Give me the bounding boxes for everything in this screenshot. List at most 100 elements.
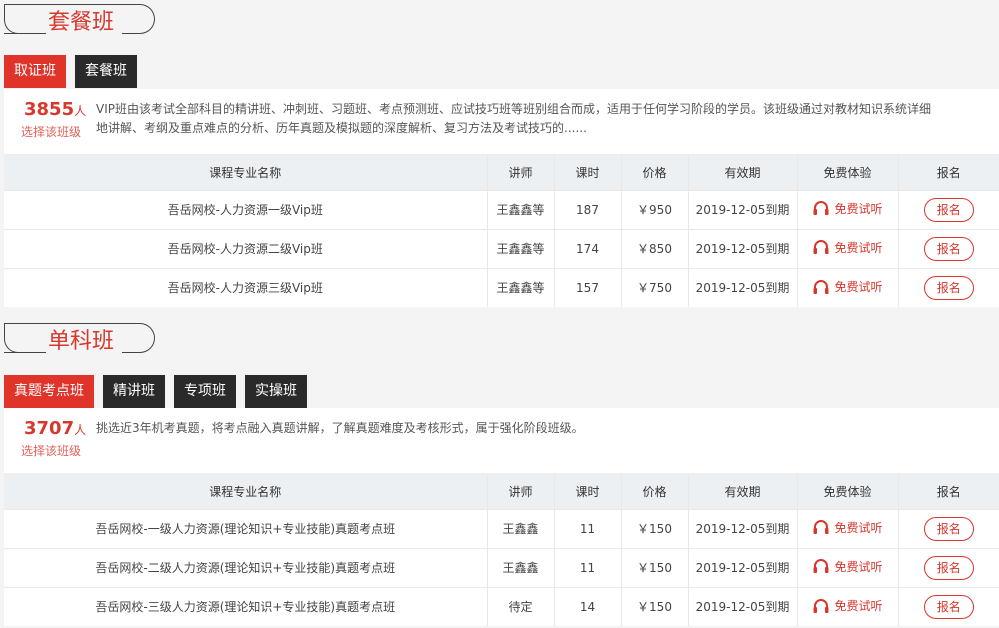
hours: 157 bbox=[553, 267, 621, 307]
free-trial-link[interactable]: 免费试听 bbox=[812, 239, 883, 256]
enrolled-count: 3707人 bbox=[24, 418, 87, 439]
col-header-teacher: 讲师 bbox=[486, 474, 554, 509]
col-header-name: 课程专业名称 bbox=[4, 474, 487, 509]
headphones-icon bbox=[813, 598, 829, 613]
tab-practical-class[interactable]: 实操班 bbox=[245, 375, 307, 408]
course-name: 吾岳网校-三级人力资源(理论知识+专业技能)真题考点班 bbox=[4, 586, 487, 626]
headphones-icon bbox=[813, 201, 829, 216]
hours: 11 bbox=[553, 508, 621, 548]
enrolled-count: 3855人 bbox=[24, 99, 87, 120]
free-trial-label: 免费试听 bbox=[834, 280, 883, 294]
class-type-tabs: 真题考点班 精讲班 专项班 实操班 bbox=[4, 375, 307, 408]
col-header-name: 课程专业名称 bbox=[4, 155, 487, 190]
col-header-signup: 报名 bbox=[897, 474, 999, 509]
teacher: 王鑫鑫等 bbox=[486, 189, 554, 229]
free-trial-link[interactable]: 免费试听 bbox=[812, 200, 883, 217]
price: ￥150 bbox=[620, 586, 688, 626]
signup-cell: 报名 bbox=[897, 547, 999, 587]
class-description: 挑选近3年机考真题，将考点融入真题讲解，了解真题难度及考核形式，属于强化阶段班级… bbox=[96, 421, 584, 435]
class-type-tabs: 取证班 套餐班 bbox=[4, 55, 137, 88]
headphones-icon bbox=[813, 279, 829, 294]
course-table: 课程专业名称 讲师 课时 价格 有效期 免费体验 报名 吾岳网校-人力资源一级V… bbox=[4, 155, 999, 307]
signup-button[interactable]: 报名 bbox=[923, 275, 974, 300]
free-trial-label: 免费试听 bbox=[834, 520, 883, 535]
table-row: 吾岳网校-三级人力资源(理论知识+专业技能)真题考点班 待定 14 ￥150 2… bbox=[4, 586, 999, 626]
trial-cell: 免费试听 bbox=[796, 267, 898, 307]
trial-cell: 免费试听 bbox=[796, 586, 898, 626]
col-header-hours: 课时 bbox=[553, 155, 621, 190]
col-header-trial: 免费体验 bbox=[796, 155, 898, 190]
trial-cell: 免费试听 bbox=[796, 547, 898, 587]
section-header: 单科班 bbox=[0, 319, 999, 367]
expiry: 2019-12-05到期 bbox=[687, 228, 797, 268]
class-panel: 3855人 选择该班级 VIP班由该考试全部科目的精讲班、冲刺班、习题班、考点预… bbox=[4, 89, 999, 307]
tab-intensive-class[interactable]: 精讲班 bbox=[103, 375, 165, 408]
signup-cell: 报名 bbox=[897, 228, 999, 268]
free-trial-link[interactable]: 免费试听 bbox=[812, 278, 883, 295]
signup-button[interactable]: 报名 bbox=[923, 555, 974, 580]
headphones-icon bbox=[813, 520, 829, 535]
price: ￥850 bbox=[620, 228, 688, 268]
single-subject-section: 单科班 真题考点班 精讲班 专项班 实操班 3707人 选择该班级 挑选近3年机… bbox=[0, 319, 999, 626]
free-trial-link[interactable]: 免费试听 bbox=[812, 597, 883, 614]
choose-class-link[interactable]: 选择该班级 bbox=[21, 442, 81, 459]
price: ￥750 bbox=[620, 267, 688, 307]
table-row: 吾岳网校-人力资源三级Vip班 王鑫鑫等 157 ￥750 2019-12-05… bbox=[4, 267, 999, 307]
class-panel: 3707人 选择该班级 挑选近3年机考真题，将考点融入真题讲解，了解真题难度及考… bbox=[4, 408, 999, 626]
free-trial-label: 免费试听 bbox=[834, 201, 883, 216]
free-trial-label: 免费试听 bbox=[834, 599, 883, 613]
tab-special-class[interactable]: 专项班 bbox=[174, 375, 236, 408]
price: ￥150 bbox=[620, 508, 688, 548]
signup-cell: 报名 bbox=[897, 189, 999, 229]
expiry: 2019-12-05到期 bbox=[687, 189, 797, 229]
signup-cell: 报名 bbox=[897, 267, 999, 307]
table-row: 吾岳网校-二级人力资源(理论知识+专业技能)真题考点班 王鑫鑫 11 ￥150 … bbox=[4, 547, 999, 587]
section-title: 套餐班 bbox=[46, 9, 123, 37]
package-class-section: 套餐班 取证班 套餐班 3855人 选择该班级 VIP班由该考试全部科目的精讲班… bbox=[0, 0, 999, 307]
col-header-price: 价格 bbox=[620, 155, 688, 190]
tab-exam-point-class[interactable]: 真题考点班 bbox=[4, 375, 94, 408]
section-title: 单科班 bbox=[46, 328, 123, 356]
hours: 187 bbox=[553, 189, 621, 229]
expiry: 2019-12-05到期 bbox=[687, 267, 797, 307]
price: ￥950 bbox=[620, 189, 688, 229]
signup-button[interactable]: 报名 bbox=[923, 236, 974, 261]
signup-cell: 报名 bbox=[897, 508, 999, 548]
course-table: 课程专业名称 讲师 课时 价格 有效期 免费体验 报名 吾岳网校-一级人力资源(… bbox=[4, 474, 999, 626]
teacher: 待定 bbox=[486, 586, 554, 626]
signup-button[interactable]: 报名 bbox=[923, 516, 974, 541]
course-name: 吾岳网校-一级人力资源(理论知识+专业技能)真题考点班 bbox=[4, 508, 487, 548]
headphones-icon bbox=[813, 559, 829, 574]
tab-package-class[interactable]: 套餐班 bbox=[75, 55, 137, 88]
section-header: 套餐班 bbox=[0, 0, 999, 48]
col-header-price: 价格 bbox=[620, 474, 688, 509]
course-name: 吾岳网校-人力资源二级Vip班 bbox=[4, 228, 487, 268]
hours: 14 bbox=[553, 586, 621, 626]
table-row: 吾岳网校-人力资源二级Vip班 王鑫鑫等 174 ￥850 2019-12-05… bbox=[4, 228, 999, 268]
teacher: 王鑫鑫等 bbox=[486, 228, 554, 268]
col-header-signup: 报名 bbox=[897, 155, 999, 190]
col-header-trial: 免费体验 bbox=[796, 474, 898, 509]
trial-cell: 免费试听 bbox=[796, 228, 898, 268]
teacher: 王鑫鑫等 bbox=[486, 267, 554, 307]
signup-button[interactable]: 报名 bbox=[923, 197, 974, 222]
free-trial-link[interactable]: 免费试听 bbox=[812, 558, 883, 575]
col-header-hours: 课时 bbox=[553, 474, 621, 509]
teacher: 王鑫鑫 bbox=[486, 547, 554, 587]
headphones-icon bbox=[813, 240, 829, 255]
free-trial-link[interactable]: 免费试听 bbox=[812, 519, 883, 536]
hours: 11 bbox=[553, 547, 621, 587]
table-header-row: 课程专业名称 讲师 课时 价格 有效期 免费体验 报名 bbox=[4, 155, 999, 190]
table-row: 吾岳网校-人力资源一级Vip班 王鑫鑫等 187 ￥950 2019-12-05… bbox=[4, 189, 999, 229]
hours: 174 bbox=[553, 228, 621, 268]
price: ￥150 bbox=[620, 547, 688, 587]
course-name: 吾岳网校-人力资源三级Vip班 bbox=[4, 267, 487, 307]
class-summary: 3855人 选择该班级 VIP班由该考试全部科目的精讲班、冲刺班、习题班、考点预… bbox=[4, 89, 999, 155]
col-header-expiry: 有效期 bbox=[687, 155, 797, 190]
choose-class-link[interactable]: 选择该班级 bbox=[21, 123, 81, 140]
free-trial-label: 免费试听 bbox=[834, 240, 883, 255]
tab-certificate-class[interactable]: 取证班 bbox=[4, 55, 66, 88]
course-name: 吾岳网校-二级人力资源(理论知识+专业技能)真题考点班 bbox=[4, 547, 487, 587]
signup-button[interactable]: 报名 bbox=[923, 594, 974, 619]
free-trial-label: 免费试听 bbox=[834, 559, 883, 574]
